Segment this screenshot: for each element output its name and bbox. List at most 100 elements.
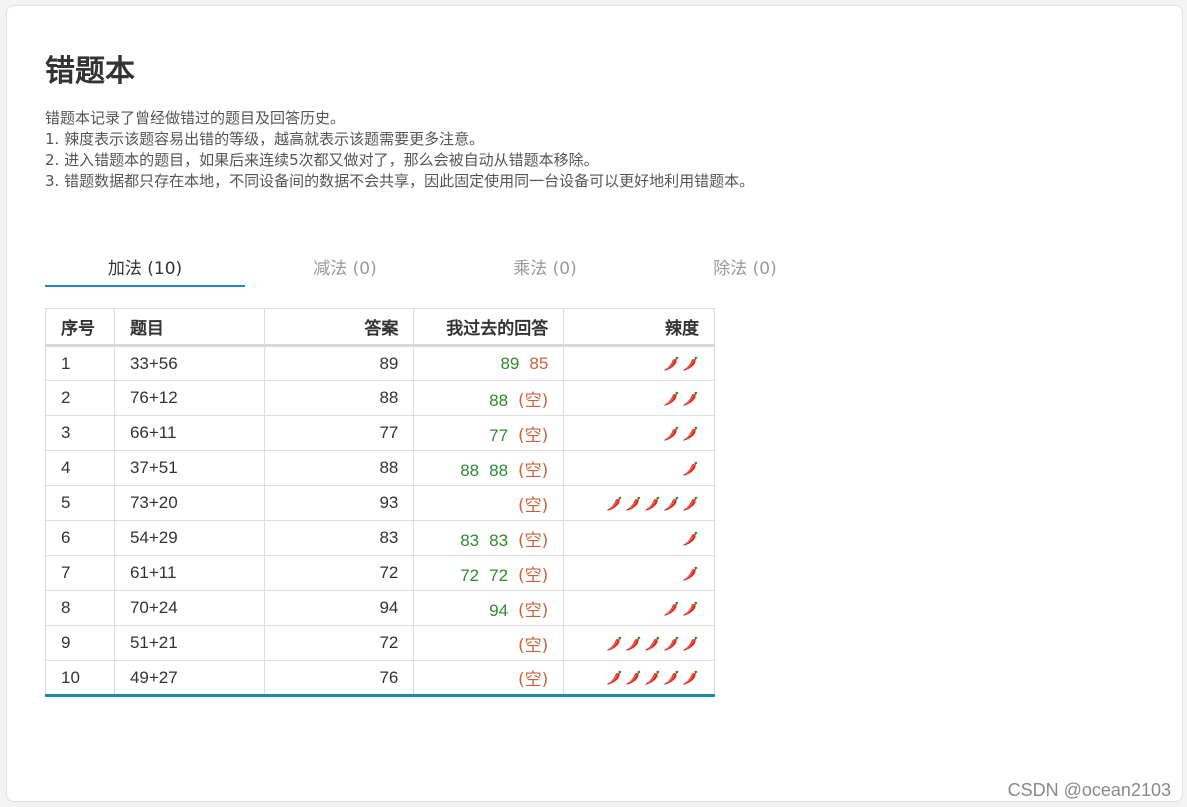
row-past-answers: (空)	[413, 660, 565, 697]
past-answer-empty: (空)	[518, 390, 549, 411]
chili-pepper-icon	[681, 565, 699, 583]
row-past-answers: 89 85	[413, 345, 565, 381]
row-answer: 76	[263, 660, 415, 697]
chili-pepper-icon	[624, 495, 642, 513]
past-answer-correct: 83	[460, 530, 480, 550]
row-spice-level	[563, 590, 715, 626]
past-answer-correct: 72	[460, 565, 480, 585]
tab-division[interactable]: 除法 (0)	[645, 236, 845, 287]
past-answer-correct: 88	[489, 460, 509, 480]
past-answer-correct: 72	[489, 565, 509, 585]
watermark: CSDN @ocean2103	[1007, 780, 1171, 800]
chili-pepper-icon	[605, 635, 623, 653]
row-index: 2	[45, 380, 115, 416]
row-spice-level	[563, 485, 715, 521]
row-index: 9	[45, 625, 115, 661]
header-spice-level: 辣度	[563, 308, 715, 347]
page-title: 错题本	[45, 54, 135, 89]
row-past-answers: 94 (空)	[413, 590, 565, 626]
row-question: 54+29	[113, 520, 265, 556]
chili-pepper-icon	[662, 600, 680, 618]
row-question: 37+51	[113, 450, 265, 486]
row-spice-level	[563, 380, 715, 416]
chili-pepper-icon	[643, 635, 661, 653]
row-question: 33+56	[113, 345, 265, 381]
row-spice-level	[563, 555, 715, 591]
chili-pepper-icon	[662, 495, 680, 513]
past-answer-wrong: 85	[529, 353, 549, 373]
past-answer-empty: (空)	[518, 530, 549, 551]
row-past-answers: 72 72 (空)	[413, 555, 565, 591]
row-answer: 77	[263, 415, 415, 451]
chili-pepper-icon	[662, 669, 680, 687]
row-past-answers: 88 (空)	[413, 380, 565, 416]
past-answer-correct: 77	[489, 425, 509, 445]
past-answer-empty: (空)	[518, 565, 549, 586]
chili-pepper-icon	[643, 495, 661, 513]
chili-pepper-icon	[681, 669, 699, 687]
past-answer-correct: 94	[489, 600, 509, 620]
past-answer-empty: (空)	[518, 460, 549, 481]
chili-pepper-icon	[662, 635, 680, 653]
table-row: 4 37+51 88 88 88 (空)	[45, 450, 715, 486]
row-question: 73+20	[113, 485, 265, 521]
row-question: 51+21	[113, 625, 265, 661]
row-spice-level	[563, 415, 715, 451]
row-answer: 72	[263, 555, 415, 591]
header-question: 题目	[113, 308, 265, 347]
row-answer: 88	[263, 380, 415, 416]
chili-pepper-icon	[624, 669, 642, 687]
chili-pepper-icon	[681, 460, 699, 478]
table-row: 10 49+27 76 (空)	[45, 660, 715, 697]
row-index: 3	[45, 415, 115, 451]
past-answer-correct: 88	[460, 460, 480, 480]
row-index: 1	[45, 345, 115, 381]
row-question: 49+27	[113, 660, 265, 697]
row-spice-level	[563, 520, 715, 556]
chili-pepper-icon	[681, 635, 699, 653]
row-question: 70+24	[113, 590, 265, 626]
table-row: 7 61+11 72 72 72 (空)	[45, 555, 715, 591]
table-body: 1 33+56 89 89 85 2 76+12 88 88 (空) 3 66+11 77 77 (空) 4 3…	[45, 345, 715, 697]
row-question: 66+11	[113, 415, 265, 451]
row-answer: 93	[263, 485, 415, 521]
row-index: 4	[45, 450, 115, 486]
chili-pepper-icon	[624, 635, 642, 653]
row-index: 8	[45, 590, 115, 626]
chili-pepper-icon	[605, 669, 623, 687]
past-answer-empty: (空)	[518, 425, 549, 446]
row-past-answers: (空)	[413, 625, 565, 661]
description-line: 错题本记录了曾经做错过的题目及回答历史。	[45, 109, 346, 127]
past-answer-correct: 89	[500, 353, 520, 373]
past-answer-empty: (空)	[518, 600, 549, 621]
table-row: 9 51+21 72 (空)	[45, 625, 715, 661]
tab-subtraction[interactable]: 减法 (0)	[245, 236, 445, 287]
row-spice-level	[563, 625, 715, 661]
tab-addition[interactable]: 加法 (10)	[45, 236, 245, 287]
chili-pepper-icon	[662, 390, 680, 408]
row-index: 10	[45, 660, 115, 697]
row-spice-level	[563, 345, 715, 381]
row-index: 6	[45, 520, 115, 556]
row-index: 7	[45, 555, 115, 591]
row-question: 61+11	[113, 555, 265, 591]
row-spice-level	[563, 450, 715, 486]
past-answer-empty: (空)	[518, 635, 549, 656]
chili-pepper-icon	[681, 390, 699, 408]
row-answer: 83	[263, 520, 415, 556]
table-row: 3 66+11 77 77 (空)	[45, 415, 715, 451]
description-line: 3. 错题数据都只存在本地，不同设备间的数据不会共享，因此固定使用同一台设备可以…	[45, 172, 755, 190]
row-index: 5	[45, 485, 115, 521]
row-spice-level	[563, 660, 715, 697]
operation-tabs: 加法 (10) 减法 (0) 乘法 (0) 除法 (0)	[45, 236, 845, 287]
chili-pepper-icon	[681, 355, 699, 373]
chili-pepper-icon	[681, 530, 699, 548]
table-row: 8 70+24 94 94 (空)	[45, 590, 715, 626]
tab-multiplication[interactable]: 乘法 (0)	[445, 236, 645, 287]
past-answer-empty: (空)	[518, 670, 549, 690]
mistake-table: 序号 题目 答案 我过去的回答 辣度 1 33+56 89 89 85 2 76+12 88 8…	[45, 308, 715, 697]
past-answer-empty: (空)	[518, 495, 549, 516]
past-answer-correct: 83	[489, 530, 509, 550]
chili-pepper-icon	[681, 600, 699, 618]
description-line: 2. 进入错题本的题目，如果后来连续5次都又做对了，那么会被自动从错题本移除。	[45, 151, 599, 169]
